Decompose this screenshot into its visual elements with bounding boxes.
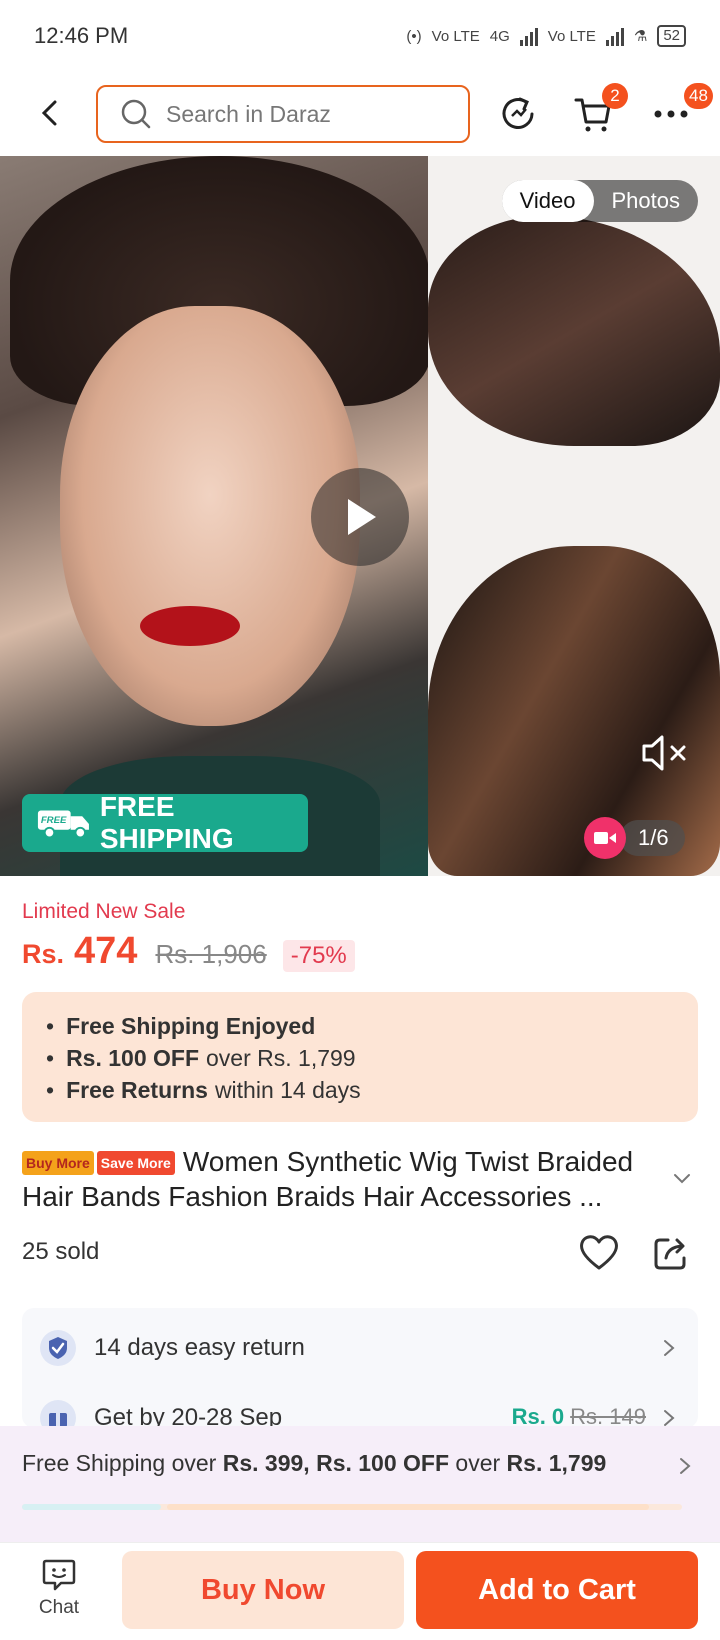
sold-count: 25 sold: [22, 1238, 100, 1265]
progress-segment-2: [167, 1504, 649, 1510]
delivery-fee-current: Rs. 0: [511, 1404, 565, 1428]
tab-photos[interactable]: Photos: [594, 180, 699, 222]
promo-mid: over: [455, 1450, 501, 1476]
share-icon[interactable]: [652, 1234, 690, 1272]
tab-video[interactable]: Video: [501, 180, 594, 222]
price-row: Rs. 474 Rs. 1,906 -75%: [22, 930, 355, 973]
shipping-promo-text: Free Shipping over Rs. 399, Rs. 100 OFF …: [22, 1450, 606, 1477]
bottom-action-bar: Chat Buy Now Add to Cart: [0, 1542, 720, 1640]
price-currency: Rs.: [22, 939, 65, 969]
chat-label: Chat: [38, 1597, 80, 1618]
perk-item: • Free Returns within 14 days: [46, 1074, 674, 1106]
product-title[interactable]: Buy More Save More Women Synthetic Wig Twi…: [22, 1144, 672, 1214]
promo-threshold-1: Rs. 399,: [222, 1450, 310, 1476]
search-placeholder: Search in Daraz: [166, 100, 331, 127]
top-nav: Search in Daraz 2 48: [0, 72, 720, 154]
chevron-right-icon: [680, 1458, 691, 1474]
promo-threshold-2: Rs. 1,799: [506, 1450, 607, 1476]
promo-tag-save-more: Save More: [96, 1151, 175, 1175]
truck-icon: FREE: [37, 810, 89, 839]
delivery-fee-original: Rs. 149: [570, 1404, 646, 1428]
progress-segment-1: [22, 1504, 161, 1510]
media-counter: 1/6: [584, 817, 685, 859]
wishlist-heart-icon[interactable]: [578, 1232, 620, 1272]
add-to-cart-button[interactable]: Add to Cart: [416, 1551, 698, 1629]
notification-count-badge: 48: [684, 83, 713, 109]
flask-icon: ⚗: [633, 28, 648, 45]
search-input[interactable]: Search in Daraz: [96, 85, 470, 143]
free-shipping-promo[interactable]: Free Shipping over Rs. 399, Rs. 100 OFF …: [0, 1426, 720, 1542]
status-time: 12:46 PM: [34, 23, 129, 48]
play-video-button[interactable]: [311, 468, 409, 566]
speaker-muted-icon: [642, 735, 686, 771]
network-label-3: Vo LTE: [547, 27, 596, 45]
shipping-progress-bar: [22, 1504, 682, 1510]
perk-bold: Free Returns: [66, 1077, 208, 1103]
search-icon: [121, 99, 151, 129]
expand-title-chevron-icon[interactable]: [670, 1166, 694, 1190]
shield-check-icon: [40, 1330, 76, 1366]
chevron-right-icon: [664, 1410, 675, 1426]
perk-rest: over Rs. 1,799: [206, 1045, 356, 1071]
history-button[interactable]: [495, 91, 541, 137]
more-dots-icon: [654, 110, 688, 118]
signal-icon-2: [605, 26, 624, 46]
perk-bold: Rs. 100 OFF: [66, 1045, 199, 1071]
video-camera-icon: [594, 832, 616, 844]
perk-item: • Free Shipping Enjoyed: [46, 1010, 674, 1042]
cart-count-badge: 2: [602, 83, 628, 109]
discount-badge: -75%: [282, 940, 355, 972]
promo-tag-buy-more: Buy More: [22, 1151, 94, 1175]
delivery-fee: Rs. 0 Rs. 149: [512, 1404, 646, 1428]
free-shipping-text: FREE SHIPPING: [99, 791, 234, 854]
more-button[interactable]: 48: [648, 83, 713, 137]
delivery-row[interactable]: Get by 20-28 Sep Rs. 0 Rs. 149: [22, 1386, 698, 1428]
chevron-right-icon: [664, 1340, 675, 1356]
original-price: Rs. 1,906: [155, 939, 267, 969]
sale-label: Limited New Sale: [22, 900, 186, 923]
chat-button[interactable]: Chat: [24, 1557, 94, 1631]
signal-icon: [519, 26, 538, 46]
chat-icon: [42, 1559, 76, 1591]
video-indicator: [584, 817, 626, 859]
battery-icon: 52: [657, 25, 686, 47]
play-icon: [348, 499, 376, 535]
perk-item: • Rs. 100 OFF over Rs. 1,799: [46, 1042, 674, 1074]
cart-button[interactable]: 2: [570, 83, 628, 137]
network-label-2: 4G: [489, 27, 510, 45]
perk-bold: Free Shipping Enjoyed: [66, 1013, 316, 1039]
status-bar: 12:46 PM (•) Vo LTE 4G Vo LTE ⚗ 52: [0, 0, 720, 72]
perks-box: • Free Shipping Enjoyed • Rs. 100 OFF over …: [22, 992, 698, 1122]
mute-button[interactable]: [640, 731, 690, 775]
product-gallery[interactable]: Video Photos FREE FREE SHIPPING 1/6: [0, 156, 720, 876]
media-type-toggle: Video Photos: [501, 180, 699, 222]
status-icons: (•) Vo LTE 4G Vo LTE ⚗ 52: [406, 25, 686, 47]
return-policy-label: 14 days easy return: [94, 1334, 305, 1361]
back-button[interactable]: [26, 89, 74, 137]
current-price: 474: [74, 930, 138, 972]
delivery-box-icon: [40, 1400, 76, 1428]
free-shipping-banner: FREE FREE SHIPPING: [22, 791, 308, 854]
hotspot-icon: (•): [406, 27, 422, 45]
promo-prefix: Free Shipping over: [22, 1450, 217, 1476]
network-label-1: Vo LTE: [431, 27, 480, 45]
promo-offer: Rs. 100 OFF: [316, 1450, 450, 1476]
service-panel: 14 days easy return Get by 20-28 Sep Rs.…: [22, 1308, 698, 1428]
back-arrow-icon: [41, 100, 57, 126]
image-counter: 1/6: [620, 820, 685, 856]
refresh-history-icon: [502, 97, 534, 129]
perk-rest: within 14 days: [214, 1077, 361, 1103]
buy-now-button[interactable]: Buy Now: [122, 1551, 404, 1629]
delivery-label: Get by 20-28 Sep: [94, 1404, 283, 1428]
free-tag-text: FREE: [41, 815, 67, 826]
return-policy-row[interactable]: 14 days easy return: [22, 1316, 698, 1380]
